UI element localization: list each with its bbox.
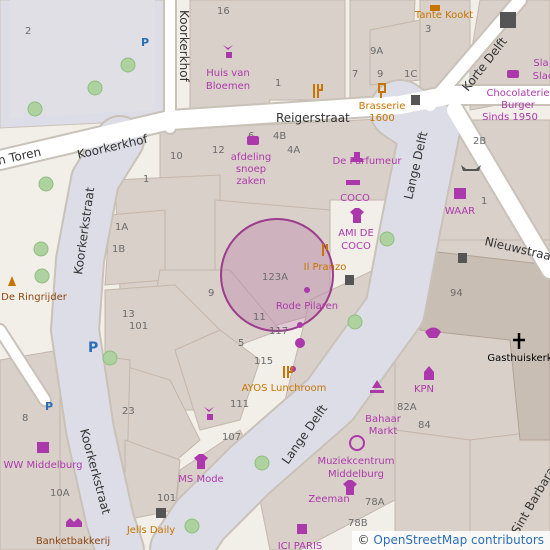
poi-label-zaken: zaken [236, 176, 265, 187]
poi-label-muziekcentrum: Muziekcentrum [317, 456, 394, 467]
candy-icon [247, 136, 259, 145]
copyright-symbol: © [357, 533, 370, 547]
house-number: 2 [25, 26, 31, 37]
house-number: 13 [122, 309, 135, 320]
poi-label-de-parfumeur: De Parfumeur [332, 156, 402, 167]
poi-dot [297, 322, 303, 328]
poi-label-brasserie-2: 1600 [369, 113, 394, 124]
restaurant-dot-icon [295, 338, 305, 348]
house-number: 4B [273, 131, 286, 142]
poi-label-jells-daily: Jells Daily [126, 525, 175, 536]
poi-label-waar: WAAR [445, 206, 475, 217]
house-number: 101 [157, 493, 176, 504]
shoe-icon [346, 180, 360, 185]
house-number: 4A [287, 145, 300, 156]
house-number: 10 [170, 151, 183, 162]
house-number: 9 [377, 69, 383, 80]
atm-icon [345, 275, 354, 285]
gift-icon-ww [37, 442, 49, 453]
house-number: 12 [212, 145, 225, 156]
map-canvas[interactable]: Reigerstraat Koorkerkhof en Toren Koorke… [0, 0, 550, 550]
poi-label-bahaar: Bahaar [365, 414, 402, 425]
street-label-koorkerkhof-vertical: Koorkerkhof [177, 10, 191, 83]
parking-icon: P [141, 36, 149, 49]
poi-label-sla: Sla [533, 58, 548, 69]
poi-label-ami-de-coco: AMI DE [338, 228, 374, 239]
openstreetmap-link[interactable]: OpenStreetMap contributors [373, 533, 544, 547]
house-number: 94 [450, 288, 463, 299]
poi-label-zeeman: Zeeman [308, 494, 349, 505]
poi-label-ici-paris: ICI PARIS [278, 541, 323, 550]
street-label-reigerstraat: Reigerstraat [276, 111, 350, 125]
perfume-icon-ici [297, 524, 307, 534]
house-number: 3 [425, 24, 431, 35]
poi-label-afdeling: afdeling [231, 152, 271, 163]
house-number: 23 [122, 406, 135, 417]
bus-stop-icon [156, 508, 166, 518]
gift-icon [454, 188, 466, 199]
house-number: 10A [50, 488, 70, 499]
poi-label-ami-de-coco-2: COCO [341, 241, 371, 252]
house-number: 107 [222, 432, 241, 443]
house-number: 1B [112, 244, 125, 255]
chocolate-icon [507, 70, 519, 78]
house-number: 7 [352, 69, 358, 80]
house-number: 115 [254, 356, 273, 367]
house-number: 11 [253, 312, 266, 323]
poi-label-ayos: AYOS Lunchroom [242, 383, 327, 394]
poi-label-il-pranzo: Il Pranzo [304, 262, 347, 273]
house-number: 9A [370, 46, 383, 57]
poi-label-tante-kookt: Tante Kookt [414, 10, 473, 21]
poi-label-snoep: snoep [236, 164, 266, 175]
bicycle-parking-icon: P [88, 340, 98, 356]
house-number: 111 [230, 399, 249, 410]
waste-basket-icon [458, 253, 467, 263]
house-number: 117 [269, 326, 288, 337]
poi-label-banketbakkerij: Banketbakkerij [36, 536, 110, 547]
house-number: 82A [397, 402, 417, 413]
poi-label-muziekcentrum-2: Middelburg [328, 469, 384, 480]
house-number: 78B [348, 518, 368, 529]
poi-label-slac: Slac [533, 71, 550, 82]
poi-label-huis-van-bloemen-2: Bloemen [206, 81, 250, 92]
house-number: 5 [238, 338, 244, 349]
poi-label-ms-mode: MS Mode [178, 474, 223, 485]
pedestrian-square-inner [10, 0, 155, 118]
house-number: 101 [129, 321, 148, 332]
map-attribution: © OpenStreetMap contributors [351, 531, 550, 550]
house-number: 1A [115, 222, 128, 233]
poi-label-chocolaterie: Chocolaterie [486, 88, 549, 99]
house-number: 123A [262, 272, 288, 283]
parking-icon: P [45, 400, 53, 413]
house-number: 9 [208, 288, 214, 299]
poi-label-de-ringrijder: De Ringrijder [1, 292, 68, 303]
house-number: 1C [404, 69, 417, 80]
poi-label-huis-van-bloemen: Huis van [206, 68, 249, 79]
poi-label-brasserie: Brasserie [359, 101, 406, 112]
poi-dot [304, 287, 310, 293]
house-number: 1 [275, 78, 281, 89]
poi-label-kpn: KPN [414, 384, 434, 395]
poi-label-ww-middelburg: WW Middelburg [4, 460, 83, 471]
house-number: 84 [418, 420, 431, 431]
poi-label-chocolaterie-3: Sinds 1950 [482, 112, 538, 123]
house-number: 2B [473, 136, 486, 147]
house-number: 1 [481, 196, 487, 207]
hourglass-icon [411, 95, 420, 105]
house-number: 1 [143, 174, 149, 185]
house-number: 8 [22, 413, 28, 424]
map-svg: Reigerstraat Koorkerkhof en Toren Koorke… [0, 0, 550, 550]
poi-label-chocolaterie-2: Burger [501, 100, 536, 111]
poi-label-coco: COCO [340, 193, 370, 204]
house-number: 16 [217, 6, 230, 17]
bus-icon [500, 12, 516, 28]
poi-label-bahaar-2: Markt [369, 426, 398, 437]
poi-label-rode-pilaren: Rode Pilaren [276, 301, 338, 312]
house-number: 78A [365, 497, 385, 508]
tree [27, 101, 43, 117]
poi-label-gasthuiskerk: Gasthuiskerk [487, 353, 550, 364]
